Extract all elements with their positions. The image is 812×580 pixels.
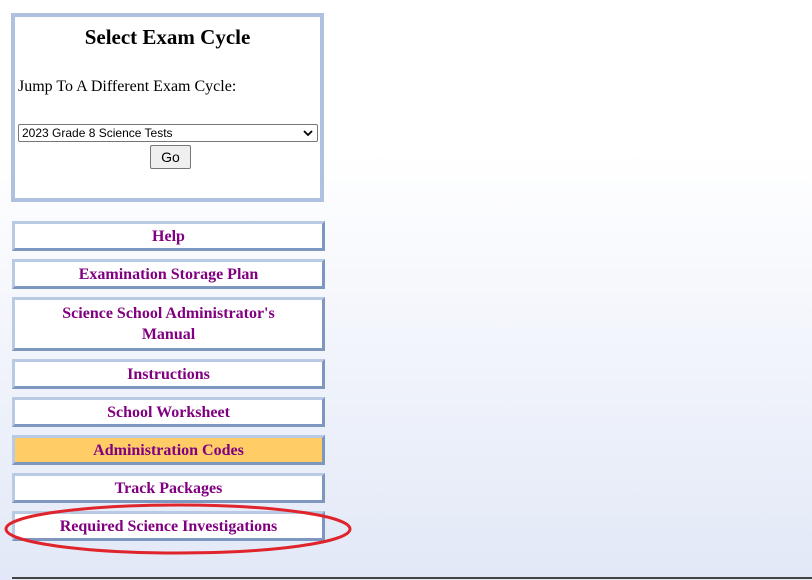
menu-item-required-science-investigations[interactable]: Required Science Investigations	[12, 511, 325, 541]
exam-cycle-select[interactable]: 2023 Grade 8 Science Tests	[18, 124, 318, 142]
select-exam-cycle-panel: Select Exam Cycle Jump To A Different Ex…	[11, 13, 324, 202]
menu-item-track-packages[interactable]: Track Packages	[12, 473, 325, 503]
menu-item-examination-storage-plan[interactable]: Examination Storage Plan	[12, 259, 325, 289]
menu-item-instructions[interactable]: Instructions	[12, 359, 325, 389]
menu-item-administrators-manual[interactable]: Science School Administrator's Manual	[12, 297, 325, 351]
menu-item-administration-codes[interactable]: Administration Codes	[12, 435, 325, 465]
panel-title: Select Exam Cycle	[84, 25, 251, 49]
menu-item-school-worksheet[interactable]: School Worksheet	[12, 397, 325, 427]
navigation-menu: Help Examination Storage Plan Science Sc…	[12, 221, 325, 549]
jump-label: Jump To A Different Exam Cycle:	[18, 78, 237, 95]
menu-item-help[interactable]: Help	[12, 221, 325, 251]
bottom-divider	[12, 577, 812, 579]
exam-cycle-selected-value: 2023 Grade 8 Science Tests	[22, 126, 173, 140]
chevron-down-icon	[303, 130, 313, 137]
go-button[interactable]: Go	[150, 145, 191, 169]
